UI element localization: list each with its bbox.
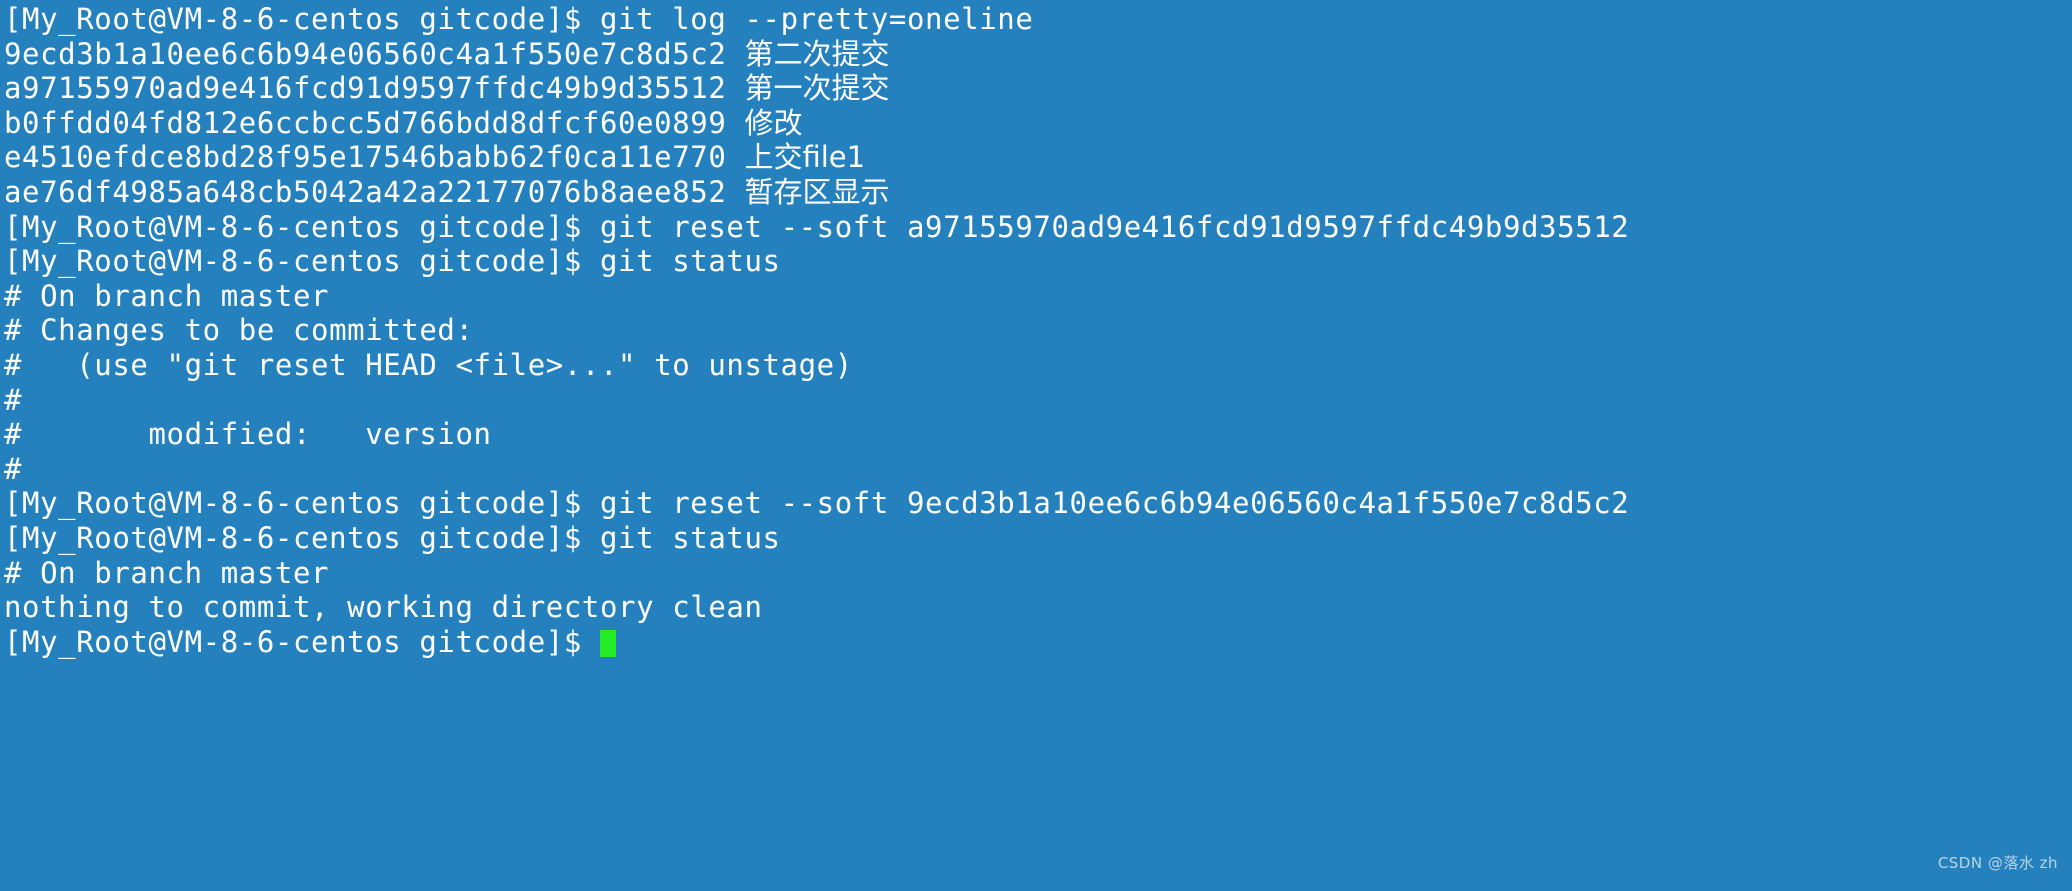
terminal-line: # On branch master (4, 279, 2072, 314)
shell-command: git reset --soft a97155970ad9e416fcd91d9… (599, 209, 1630, 244)
text-cursor (599, 629, 616, 657)
command-output: # (use "git reset HEAD <file>..." to uns… (4, 347, 853, 382)
terminal-line: ae76df4985a648cb5042a42a22177076b8aee852… (4, 175, 2072, 210)
terminal-line: [My_Root@VM-8-6-centos gitcode]$ git res… (4, 486, 2072, 521)
command-output: # (4, 451, 23, 486)
shell-prompt: [My_Root@VM-8-6-centos gitcode]$ (4, 2, 600, 36)
commit-message: 修改 (744, 105, 803, 140)
terminal-line: # On branch master (4, 556, 2072, 591)
command-output: # modified: version (4, 417, 492, 452)
terminal-line: # (4, 452, 2072, 487)
shell-prompt: [My_Root@VM-8-6-centos gitcode]$ (4, 624, 600, 659)
terminal-line: # (4, 383, 2072, 418)
commit-hash: e4510efdce8bd28f95e17546babb62f0ca11e770 (4, 140, 727, 175)
terminal-line: # (use "git reset HEAD <file>..." to uns… (4, 348, 2072, 383)
terminal-line: [My_Root@VM-8-6-centos gitcode]$ git log… (4, 2, 2072, 37)
command-output: # Changes to be committed: (4, 313, 474, 348)
terminal-line: b0ffdd04fd812e6ccbcc5d766bdd8dfcf60e0899… (4, 106, 2072, 141)
shell-prompt: [My_Root@VM-8-6-centos gitcode]$ (4, 520, 600, 555)
terminal-line: # Changes to be committed: (4, 313, 2072, 348)
terminal-line: [My_Root@VM-8-6-centos gitcode]$ git res… (4, 210, 2072, 245)
commit-message: 上交file1 (744, 140, 866, 175)
terminal-line: e4510efdce8bd28f95e17546babb62f0ca11e770… (4, 140, 2072, 175)
commit-message: 暂存区显示 (744, 174, 890, 209)
command-output: # (4, 382, 23, 417)
shell-prompt: [My_Root@VM-8-6-centos gitcode]$ (4, 209, 600, 244)
commit-hash: 9ecd3b1a10ee6c6b94e06560c4a1f550e7c8d5c2 (4, 36, 727, 71)
commit-message: 第一次提交 (744, 71, 890, 106)
shell-command: git reset --soft 9ecd3b1a10ee6c6b94e0656… (599, 486, 1630, 521)
terminal-line: a97155970ad9e416fcd91d9597ffdc49b9d35512… (4, 71, 2072, 106)
command-output: nothing to commit, working directory cle… (4, 590, 763, 625)
commit-hash: a97155970ad9e416fcd91d9597ffdc49b9d35512 (4, 71, 727, 106)
watermark: CSDN @落水 zh (1937, 854, 2058, 873)
command-output: # On branch master (4, 278, 330, 313)
terminal-line: nothing to commit, working directory cle… (4, 590, 2072, 625)
shell-command: git status (599, 520, 781, 555)
commit-hash: ae76df4985a648cb5042a42a22177076b8aee852 (4, 174, 727, 209)
terminal-line: [My_Root@VM-8-6-centos gitcode]$ (4, 625, 2072, 660)
shell-prompt: [My_Root@VM-8-6-centos gitcode]$ (4, 244, 600, 279)
shell-command: git log --pretty=oneline (599, 2, 1034, 36)
shell-command: git status (599, 244, 781, 279)
terminal-line: [My_Root@VM-8-6-centos gitcode]$ git sta… (4, 244, 2072, 279)
terminal-line: 9ecd3b1a10ee6c6b94e06560c4a1f550e7c8d5c2… (4, 37, 2072, 72)
terminal-output: [My_Root@VM-8-6-centos gitcode]$ git log… (4, 2, 2072, 659)
command-output: # On branch master (4, 555, 330, 590)
terminal-window[interactable]: [My_Root@VM-8-6-centos gitcode]$ git log… (0, 0, 2072, 891)
shell-prompt: [My_Root@VM-8-6-centos gitcode]$ (4, 486, 600, 521)
commit-message: 第二次提交 (744, 36, 890, 71)
terminal-line: [My_Root@VM-8-6-centos gitcode]$ git sta… (4, 521, 2072, 556)
commit-hash: b0ffdd04fd812e6ccbcc5d766bdd8dfcf60e0899 (4, 105, 727, 140)
terminal-line: # modified: version (4, 417, 2072, 452)
